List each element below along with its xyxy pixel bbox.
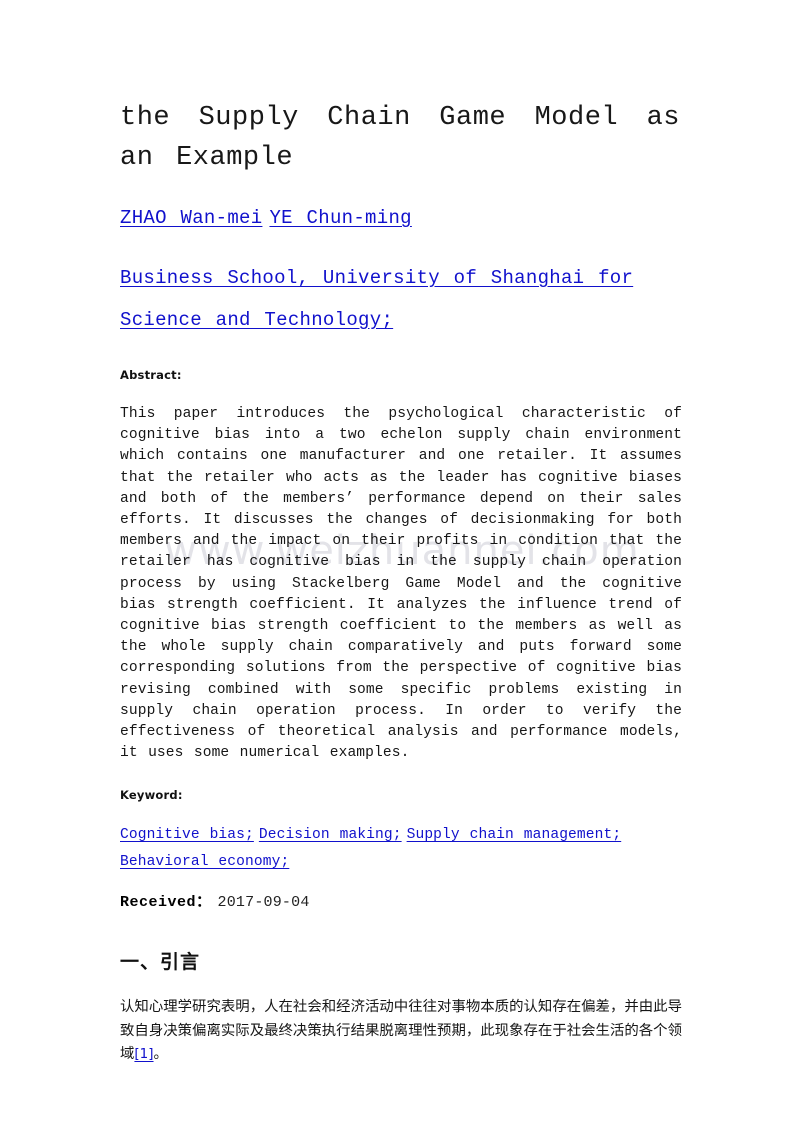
received-date: 2017-09-04 xyxy=(217,894,310,912)
keyword-link-2[interactable]: Decision making; xyxy=(259,827,402,843)
keyword-list: Cognitive bias; Decision making; Supply ch… xyxy=(120,802,682,876)
reference-link-1[interactable]: [1] xyxy=(134,1046,153,1062)
author-link-1[interactable]: ZHAO Wan-mei xyxy=(120,207,262,229)
affiliation: Business School, University of Shanghai … xyxy=(120,231,668,341)
author-list: ZHAO Wan-mei YE Chun-ming xyxy=(120,178,680,231)
section-paragraph: 认知心理学研究表明，人在社会和经济活动中往往对事物本质的认知存在偏差，并由此导致… xyxy=(120,974,682,1067)
keyword-link-4[interactable]: Behavioral economy; xyxy=(120,854,289,870)
keyword-link-1[interactable]: Cognitive bias; xyxy=(120,827,254,843)
received-label: Received： xyxy=(120,894,212,912)
abstract-text: This paper introduces the psychological … xyxy=(120,406,682,762)
document-content: the Supply Chain Game Model as an Exampl… xyxy=(120,0,682,1067)
abstract-label: Abstract: xyxy=(120,368,182,382)
section-paragraph-tail: 。 xyxy=(153,1046,168,1063)
section-paragraph-text: 认知心理学研究表明，人在社会和经济活动中往往对事物本质的认知存在偏差，并由此导致… xyxy=(120,999,682,1063)
affiliation-link[interactable]: Business School, University of Shanghai … xyxy=(120,267,633,331)
document-page: www.weizhuannei.com the Supply Chain Gam… xyxy=(0,0,800,1132)
received-line: Received： 2017-09-04 xyxy=(120,876,680,914)
keyword-link-3[interactable]: Supply chain management; xyxy=(407,827,622,843)
page-title: the Supply Chain Game Model as an Exampl… xyxy=(120,103,680,173)
section-heading-introduction: 一、引言 xyxy=(120,951,201,974)
author-link-2[interactable]: YE Chun-ming xyxy=(269,207,411,229)
keyword-label: Keyword: xyxy=(120,788,183,803)
